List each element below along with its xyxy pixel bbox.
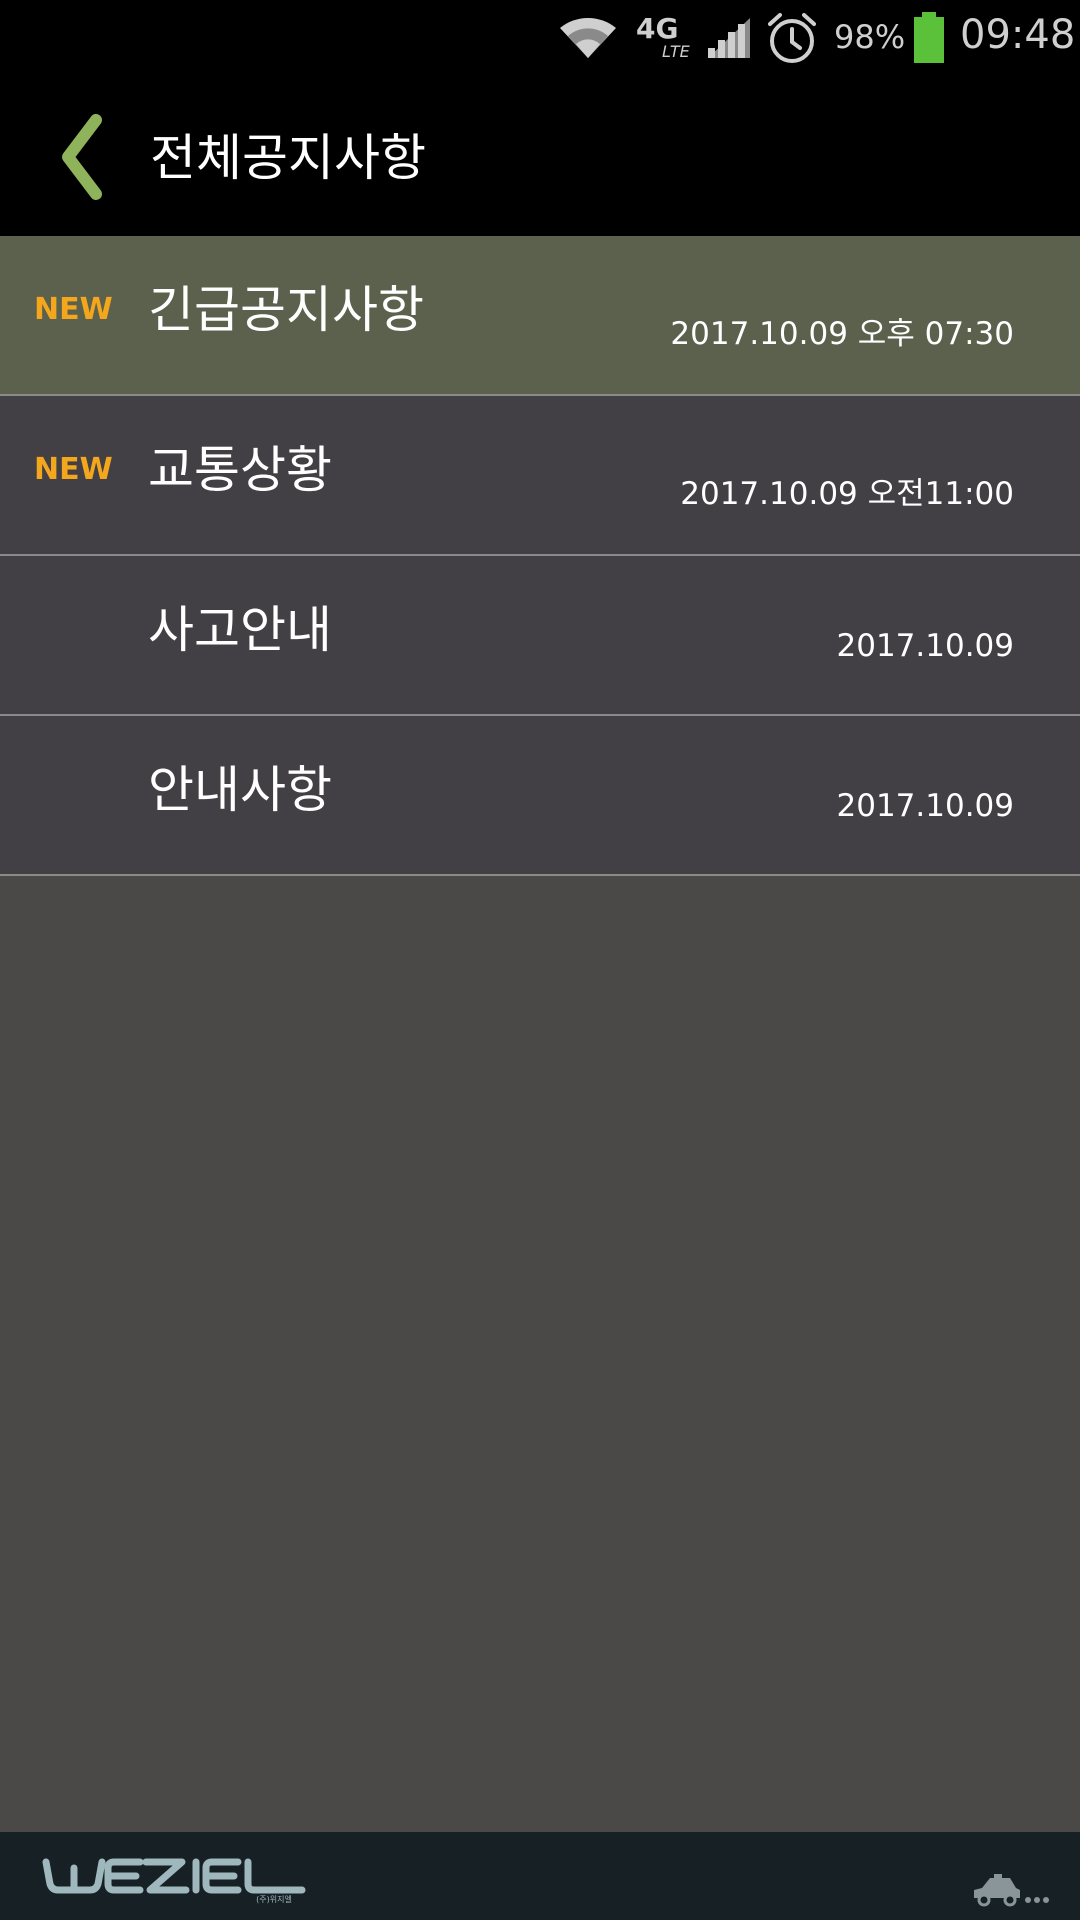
notice-item-accident[interactable]: 사고안내 2017.10.09 <box>0 556 1080 716</box>
notice-date: 2017.10.09 <box>836 788 1015 824</box>
new-badge: NEW <box>34 452 113 487</box>
battery-icon <box>914 12 944 63</box>
notice-title: 사고안내 <box>148 601 332 659</box>
network-type-label: 4G <box>636 12 679 45</box>
new-badge: NEW <box>34 292 113 327</box>
battery-percent-label: 98% <box>834 18 906 56</box>
notice-date: 2017.10.09 <box>836 628 1015 664</box>
notice-item-traffic[interactable]: NEW 교통상황 2017.10.09 오전11:00 <box>0 396 1080 556</box>
car-icon <box>974 1874 1049 1907</box>
footer-menu-button[interactable] <box>970 1870 1050 1910</box>
notice-list: NEW 긴급공지사항 2017.10.09 오후 07:30 NEW 교통상황 … <box>0 236 1080 876</box>
wifi-icon <box>560 17 616 58</box>
notice-date: 2017.10.09 오전11:00 <box>680 476 1014 512</box>
empty-list-area <box>0 876 1080 1832</box>
weziel-logo-sub: (주)위지엘 <box>256 1894 292 1904</box>
signal-icon <box>708 18 750 58</box>
notice-item-guide[interactable]: 안내사항 2017.10.09 <box>0 716 1080 876</box>
clock-time: 09:48 <box>960 12 1076 58</box>
notice-title: 안내사항 <box>148 761 332 819</box>
alarm-icon <box>768 13 816 63</box>
notice-date: 2017.10.09 오후 07:30 <box>670 316 1014 352</box>
notice-title: 긴급공지사항 <box>148 281 424 339</box>
footer-bar: (주)위지엘 <box>0 1832 1080 1920</box>
network-sub-label: LTE <box>662 42 690 61</box>
notice-title: 교통상황 <box>148 441 332 499</box>
app-header: 전체공지사항 <box>0 80 1080 236</box>
back-button[interactable] <box>52 112 122 202</box>
chevron-left-icon <box>62 114 102 200</box>
page-title: 전체공지사항 <box>150 129 426 187</box>
weziel-logo: (주)위지엘 <box>42 1858 306 1904</box>
status-bar: 4G LTE 98% 09:48 <box>0 0 1080 80</box>
notice-item-emergency[interactable]: NEW 긴급공지사항 2017.10.09 오후 07:30 <box>0 236 1080 396</box>
